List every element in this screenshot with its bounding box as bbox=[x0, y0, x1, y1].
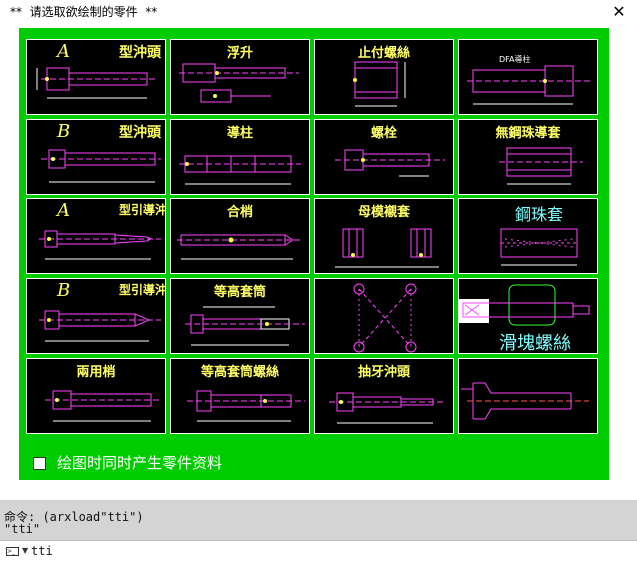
part-drawing-countersunk bbox=[461, 382, 589, 420]
part-tile-tap-punch[interactable]: 抽牙沖頭 bbox=[314, 358, 454, 434]
generate-data-label: 绘图时同时产生零件资料 bbox=[57, 454, 223, 472]
part-tile-ball-bush[interactable]: 鋼珠套 bbox=[458, 198, 598, 274]
dialog-titlebar: ** 请选取欲绘制的零件 ** ✕ bbox=[0, 0, 637, 22]
part-tile-label: 型引導沖 bbox=[119, 203, 166, 217]
dialog-title: ** 请选取欲绘制的零件 ** bbox=[10, 5, 158, 19]
part-tile-ballless-bush[interactable]: 無鋼珠導套 bbox=[458, 119, 598, 195]
part-tile-equal-sleeve[interactable]: 等高套筒 bbox=[170, 278, 310, 354]
command-history-line: "tti" bbox=[4, 522, 41, 536]
chevron-down-icon[interactable]: ▼ bbox=[22, 546, 28, 555]
part-tile-label: 母模襯套 bbox=[357, 205, 411, 220]
part-tile-label: 滑塊螺絲 bbox=[499, 333, 571, 354]
part-tile-guide-post[interactable]: 導柱 bbox=[170, 119, 310, 195]
part-tile-label: 浮升 bbox=[226, 46, 254, 61]
close-icon[interactable]: ✕ bbox=[601, 0, 637, 22]
part-tile-label: 兩用梢 bbox=[76, 365, 116, 380]
part-type-letter: B bbox=[57, 121, 71, 142]
terminal-icon: >_ bbox=[6, 547, 19, 556]
part-tile-bolt[interactable]: 螺栓 bbox=[314, 119, 454, 195]
part-tile-b-pilot[interactable]: B 型引導沖 bbox=[26, 278, 166, 354]
part-tile-label: 等高套筒螺絲 bbox=[200, 365, 280, 380]
part-tile-stop-screw[interactable]: 止付螺絲 bbox=[314, 39, 454, 115]
part-tile-countersunk[interactable] bbox=[458, 358, 598, 434]
part-drawing-x-link bbox=[353, 283, 417, 353]
part-tile-label: 等高套筒 bbox=[213, 285, 267, 300]
part-tile-dowel[interactable]: 合梢 bbox=[170, 198, 310, 274]
part-tile-label: 無鋼珠導套 bbox=[495, 126, 561, 141]
part-type-letter: A bbox=[57, 200, 70, 221]
part-tile-float[interactable]: 浮升 bbox=[170, 39, 310, 115]
command-prompt[interactable]: >_ ▼ tti bbox=[0, 540, 637, 562]
part-tile-label: 止付螺絲 bbox=[357, 46, 411, 61]
part-tile-slide-screw[interactable]: 滑塊螺絲 bbox=[458, 278, 598, 354]
part-tile-x-link[interactable] bbox=[314, 278, 454, 354]
svg-text:DFA導柱: DFA導柱 bbox=[499, 54, 531, 64]
part-tile-a-punch[interactable]: A 型沖頭 bbox=[26, 39, 166, 115]
part-tile-b-punch[interactable]: B 型沖頭 bbox=[26, 119, 166, 195]
part-tile-label: 抽牙沖頭 bbox=[357, 365, 411, 380]
part-tile-a-pilot[interactable]: A 型引導沖 bbox=[26, 198, 166, 274]
part-selector-dialog: ** 请选取欲绘制的零件 ** ✕ A 型沖頭 浮升 止付螺絲 DFA導柱DFA導柱 B 型… bbox=[0, 0, 637, 500]
command-input[interactable]: tti bbox=[31, 544, 53, 558]
part-tile-equal-sleeve-screw[interactable]: 等高套筒螺絲 bbox=[170, 358, 310, 434]
part-tile-female-bush[interactable]: 母模襯套 bbox=[314, 198, 454, 274]
part-tile-label: 型引導沖 bbox=[119, 283, 166, 297]
part-tile-label: 鋼珠套 bbox=[515, 205, 564, 224]
part-tile-label: 合梢 bbox=[226, 205, 254, 220]
part-tile-grid: A型沖頭浮升止付螺絲DFA導柱DFA導柱B型沖頭導柱螺栓無鋼珠導套A型引導沖合梢… bbox=[26, 39, 600, 437]
part-tile-two-use-pin[interactable]: 兩用梢 bbox=[26, 358, 166, 434]
part-tile-label: 型沖頭 bbox=[119, 125, 161, 141]
part-tile-label: 螺栓 bbox=[370, 126, 398, 141]
command-history: 命令: (arxload"tti") "tti" bbox=[0, 500, 637, 540]
part-tile-label: 導柱 bbox=[226, 126, 254, 141]
generate-data-checkbox[interactable] bbox=[33, 457, 46, 470]
part-type-letter: A bbox=[57, 41, 70, 62]
part-type-letter: B bbox=[57, 280, 71, 301]
part-drawing-dfa-guide: DFA導柱 bbox=[467, 54, 591, 105]
part-tile-label: 型沖頭 bbox=[119, 45, 161, 61]
part-tile-dfa-guide[interactable]: DFA導柱DFA導柱 bbox=[458, 39, 598, 115]
